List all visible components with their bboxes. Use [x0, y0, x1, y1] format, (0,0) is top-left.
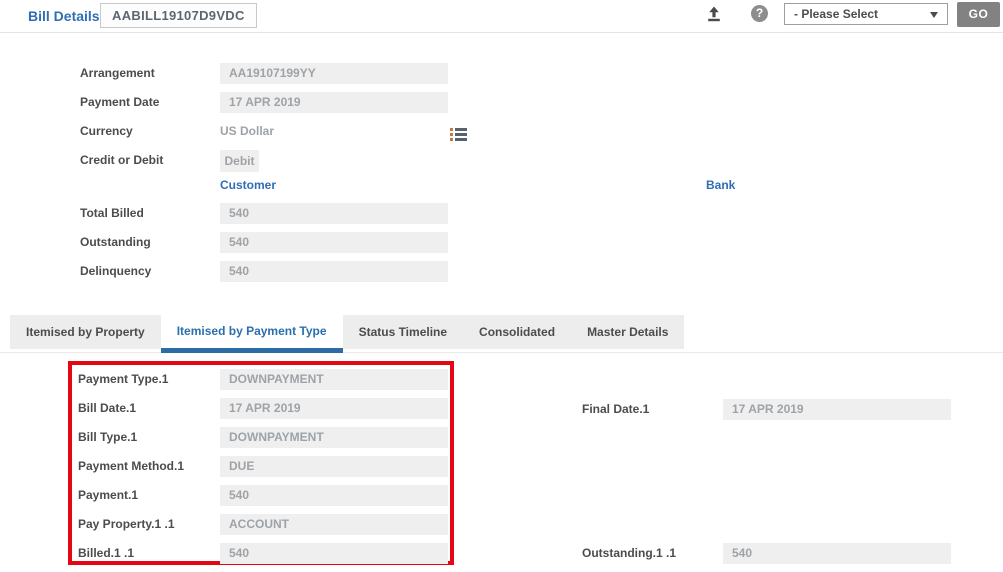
pay-property-1-1-field: ACCOUNT [220, 514, 448, 535]
top-bar: Bill Details AABILL19107D9VDC ? - Please… [0, 0, 1003, 33]
bill-type-1-label: Bill Type.1 [78, 427, 218, 448]
total-billed-label: Total Billed [80, 203, 218, 224]
billed-1-1-field: 540 [220, 543, 448, 564]
bill-date-1-field: 17 APR 2019 [220, 398, 448, 419]
pay-property-1-1-label: Pay Property.1 .1 [78, 514, 218, 535]
go-button[interactable]: GO [957, 2, 1000, 27]
payment-type-1-field: DOWNPAYMENT [220, 369, 448, 390]
tab-master-details[interactable]: Master Details [571, 315, 684, 349]
tab-itemised-by-payment-type[interactable]: Itemised by Payment Type [161, 315, 343, 353]
arrangement-label: Arrangement [80, 63, 218, 84]
credit-or-debit-field: Debit [220, 150, 259, 172]
help-icon[interactable]: ? [751, 5, 768, 22]
currency-label: Currency [80, 121, 218, 142]
chevron-down-icon [930, 12, 938, 18]
bill-details-page: Bill Details AABILL19107D9VDC ? - Please… [0, 0, 1003, 572]
tab-consolidated[interactable]: Consolidated [463, 315, 571, 349]
tab-bar: Itemised by Property Itemised by Payment… [10, 315, 684, 349]
billed-1-1-label: Billed.1 .1 [78, 543, 218, 564]
delinquency-field: 540 [220, 261, 448, 282]
payment-1-label: Payment.1 [78, 485, 218, 506]
bill-type-1-field: DOWNPAYMENT [220, 427, 448, 448]
arrangement-field: AA19107199YY [220, 63, 448, 84]
tab-bar-divider [0, 352, 1003, 353]
upload-icon[interactable] [705, 5, 723, 23]
action-dropdown-value: - Please Select [794, 7, 878, 21]
customer-link[interactable]: Customer [220, 178, 276, 192]
payment-date-label: Payment Date [80, 92, 218, 113]
total-billed-field: 540 [220, 203, 448, 224]
payment-date-field: 17 APR 2019 [220, 92, 448, 113]
outstanding-label: Outstanding [80, 232, 218, 253]
bill-date-1-label: Bill Date.1 [78, 398, 218, 419]
bank-link[interactable]: Bank [706, 178, 735, 192]
action-dropdown[interactable]: - Please Select [784, 3, 948, 25]
payment-method-1-label: Payment Method.1 [78, 456, 218, 477]
delinquency-label: Delinquency [80, 261, 218, 282]
list-icon-row [450, 138, 467, 141]
outstanding-1-1-field: 540 [723, 543, 951, 564]
payment-1-field: 540 [220, 485, 448, 506]
tab-status-timeline[interactable]: Status Timeline [343, 315, 463, 349]
currency-list-icon[interactable] [450, 128, 467, 142]
credit-or-debit-label: Credit or Debit [80, 150, 218, 171]
bill-id-badge: AABILL19107D9VDC [100, 3, 257, 28]
final-date-1-field: 17 APR 2019 [723, 399, 951, 420]
payment-method-1-field: DUE [220, 456, 448, 477]
list-icon-row [450, 128, 467, 131]
page-title: Bill Details [28, 8, 100, 24]
payment-type-1-label: Payment Type.1 [78, 369, 218, 390]
outstanding-field: 540 [220, 232, 448, 253]
list-icon-row [450, 133, 467, 136]
tab-itemised-by-property[interactable]: Itemised by Property [10, 315, 161, 349]
outstanding-1-1-label: Outstanding.1 .1 [582, 543, 722, 564]
currency-value: US Dollar [220, 121, 274, 142]
final-date-1-label: Final Date.1 [582, 399, 722, 420]
